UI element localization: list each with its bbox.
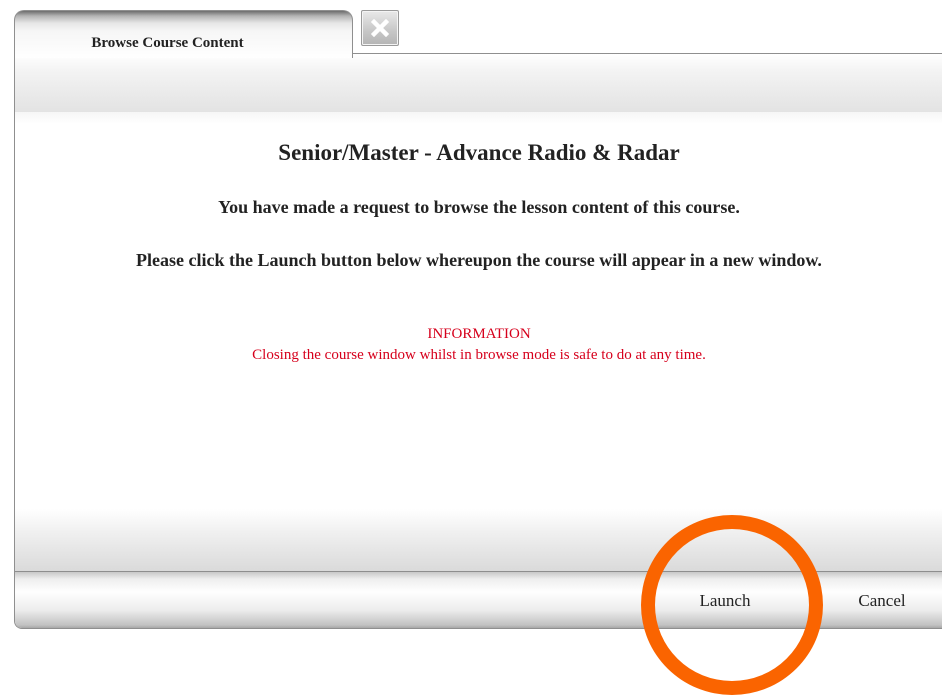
dialog-footer: Launch Cancel [15, 571, 942, 628]
info-heading: INFORMATION [427, 326, 531, 342]
course-title: Senior/Master - Advance Radio & Radar [278, 140, 680, 165]
dialog-bottom-band [15, 509, 942, 571]
launch-instruction-message: Please click the Launch button below whe… [136, 250, 822, 270]
close-tab-button[interactable] [361, 10, 399, 46]
info-text: Closing the course window whilst in brow… [252, 347, 706, 363]
request-message: You have made a request to browse the le… [218, 197, 740, 217]
tab-label: Browse Course Content [91, 35, 244, 51]
close-icon [371, 19, 389, 37]
launch-button[interactable]: Launch [679, 586, 771, 616]
dialog-header-band [15, 54, 942, 112]
browse-course-dialog: Senior/Master - Advance Radio & Radar Yo… [14, 53, 942, 629]
tab-browse-course-content[interactable]: Browse Course Content [14, 10, 353, 58]
cancel-button[interactable]: Cancel [837, 586, 927, 616]
